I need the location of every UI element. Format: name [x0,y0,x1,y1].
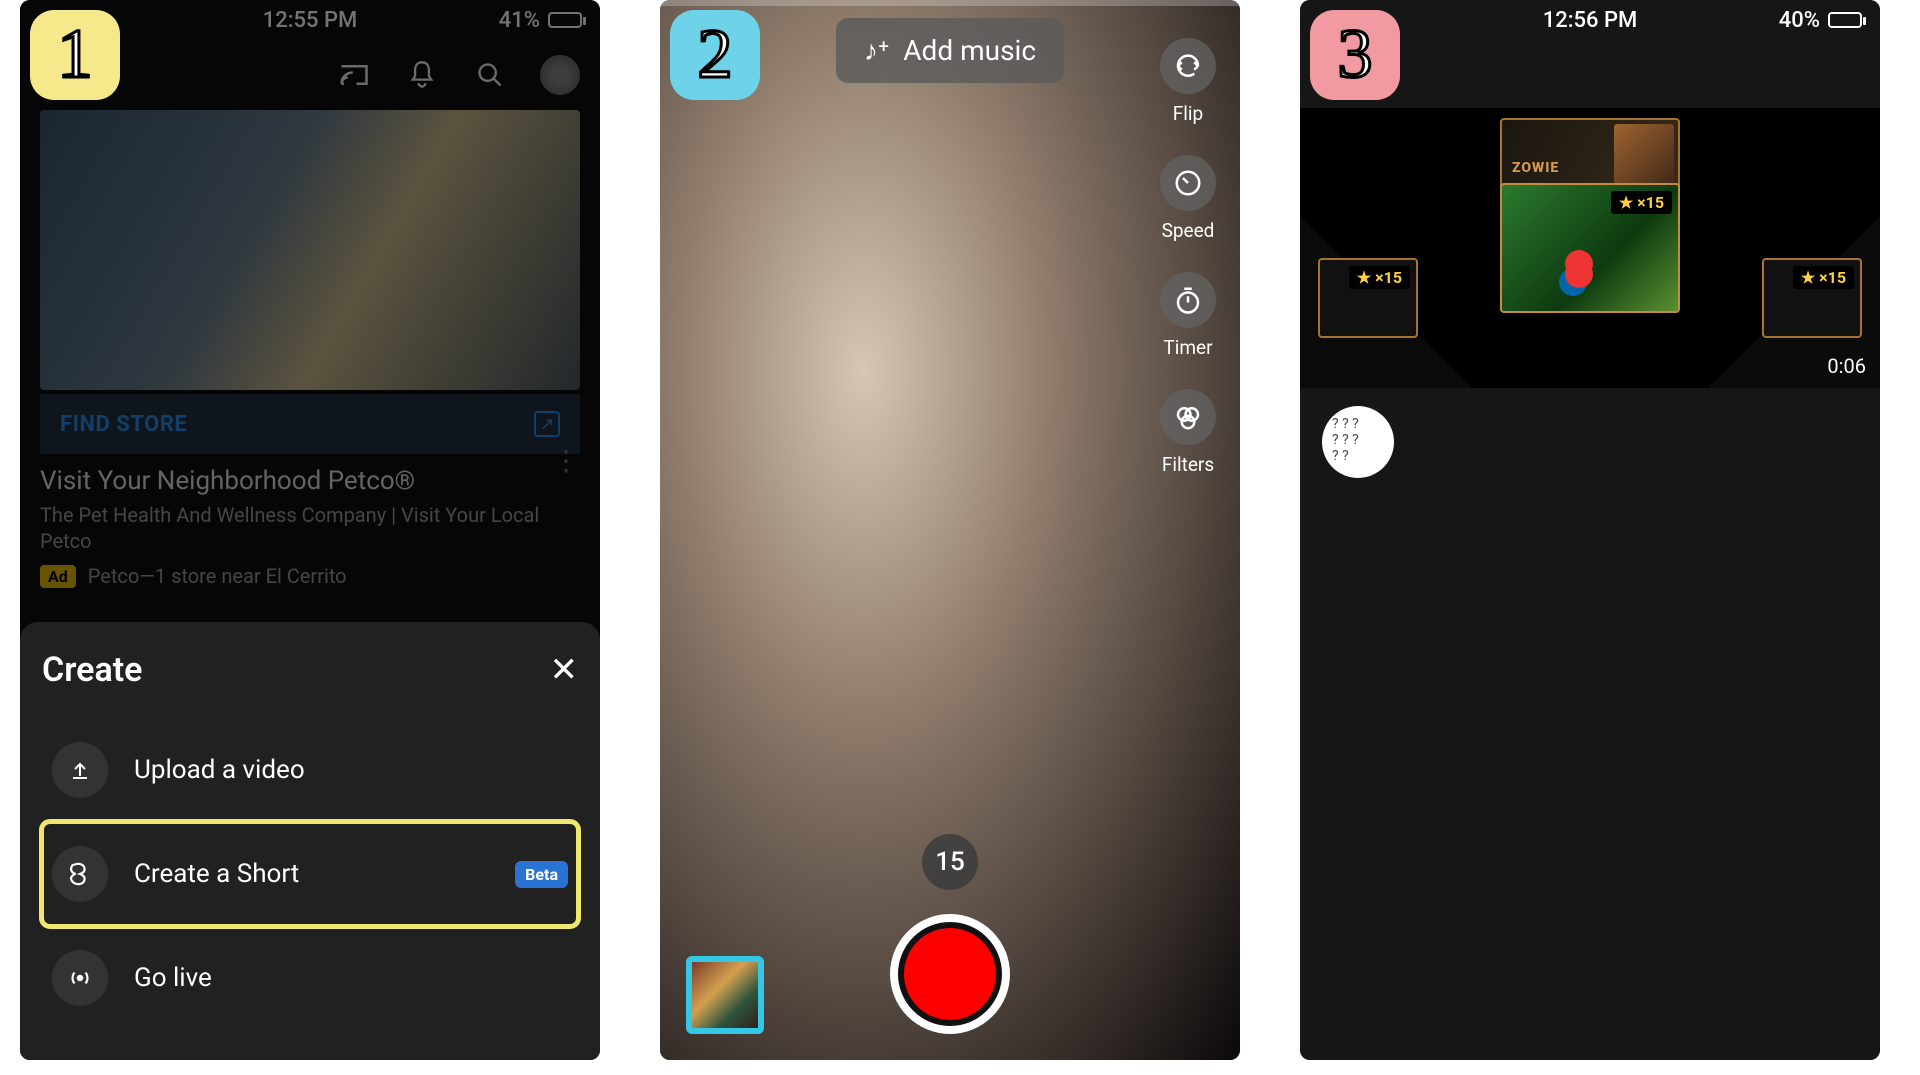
create-sheet: Create ✕ Upload a video Create a Short B… [20,622,600,1060]
step-badge-1: 1 [30,10,120,100]
statusbar-time: 12:56 PM [1543,8,1638,33]
tool-label: Speed [1162,219,1215,242]
preview-tile-left: ★ ×15 [1318,258,1418,338]
tool-label: Flip [1173,102,1203,125]
upload-icon [52,742,108,798]
preview-tile-right: ★ ×15 [1762,258,1862,338]
game-sprite [1565,260,1593,288]
streamer-thumb [1614,124,1674,184]
step-badge-2: 2 [670,10,760,100]
screen-2: ♪⁺ Add music Flip Speed Timer F [660,0,1240,1060]
tool-label: Timer [1163,336,1212,359]
video-preview[interactable]: ZOWIE ★ ×15 ★ ×15 ★ ×15 0:06 [1300,108,1880,388]
duration-selector[interactable]: 15 [922,834,978,890]
battery-icon [1828,12,1862,28]
camera-viewfinder [660,0,1240,1060]
statusbar-battery-pct: 40% [1779,8,1820,33]
sheet-item-short[interactable]: Create a Short Beta [42,822,578,926]
record-button[interactable] [890,914,1010,1034]
star-badge: ★ ×15 [1349,266,1410,289]
star-badge: ★ ×15 [1793,266,1854,289]
sheet-item-label: Upload a video [134,755,568,785]
step-badge-3: 3 [1310,10,1400,100]
beta-badge: Beta [515,861,568,888]
preview-brand: ZOWIE [1512,160,1559,176]
add-music-label: Add music [903,34,1036,67]
sheet-item-live[interactable]: Go live [42,926,578,1030]
video-duration: 0:06 [1827,354,1866,378]
screen-3: 12:56 PM 40% details UPLOAD ZOWIE ★ ×15 … [1300,0,1880,1060]
tool-speed[interactable]: Speed [1160,155,1216,242]
close-icon[interactable]: ✕ [550,650,579,690]
tool-timer[interactable]: Timer [1160,272,1216,359]
star-badge: ★ ×15 [1611,191,1672,214]
timer-icon [1160,272,1216,328]
add-music-button[interactable]: ♪⁺ Add music [836,18,1064,83]
tool-label: Filters [1162,453,1214,476]
shorts-icon [52,846,108,902]
screen-1: 12:55 PM 41% ube FIND STORE [20,0,600,1060]
speed-icon [1160,155,1216,211]
camera-tools: Flip Speed Timer Filters [1160,38,1216,476]
record-inner-icon [904,928,996,1020]
preview-tile-center: ★ ×15 [1500,183,1680,313]
music-icon: ♪⁺ [864,34,889,67]
sheet-item-label: Create a Short [134,859,489,889]
sheet-item-label: Go live [134,963,568,993]
sheet-title: Create [42,650,142,690]
tool-filters[interactable]: Filters [1160,389,1216,476]
record-progress [660,0,1240,6]
filters-icon [1160,389,1216,445]
live-icon [52,950,108,1006]
sheet-item-upload[interactable]: Upload a video [42,718,578,822]
flip-icon [1160,38,1216,94]
tool-flip[interactable]: Flip [1160,38,1216,125]
channel-avatar [1322,406,1394,478]
